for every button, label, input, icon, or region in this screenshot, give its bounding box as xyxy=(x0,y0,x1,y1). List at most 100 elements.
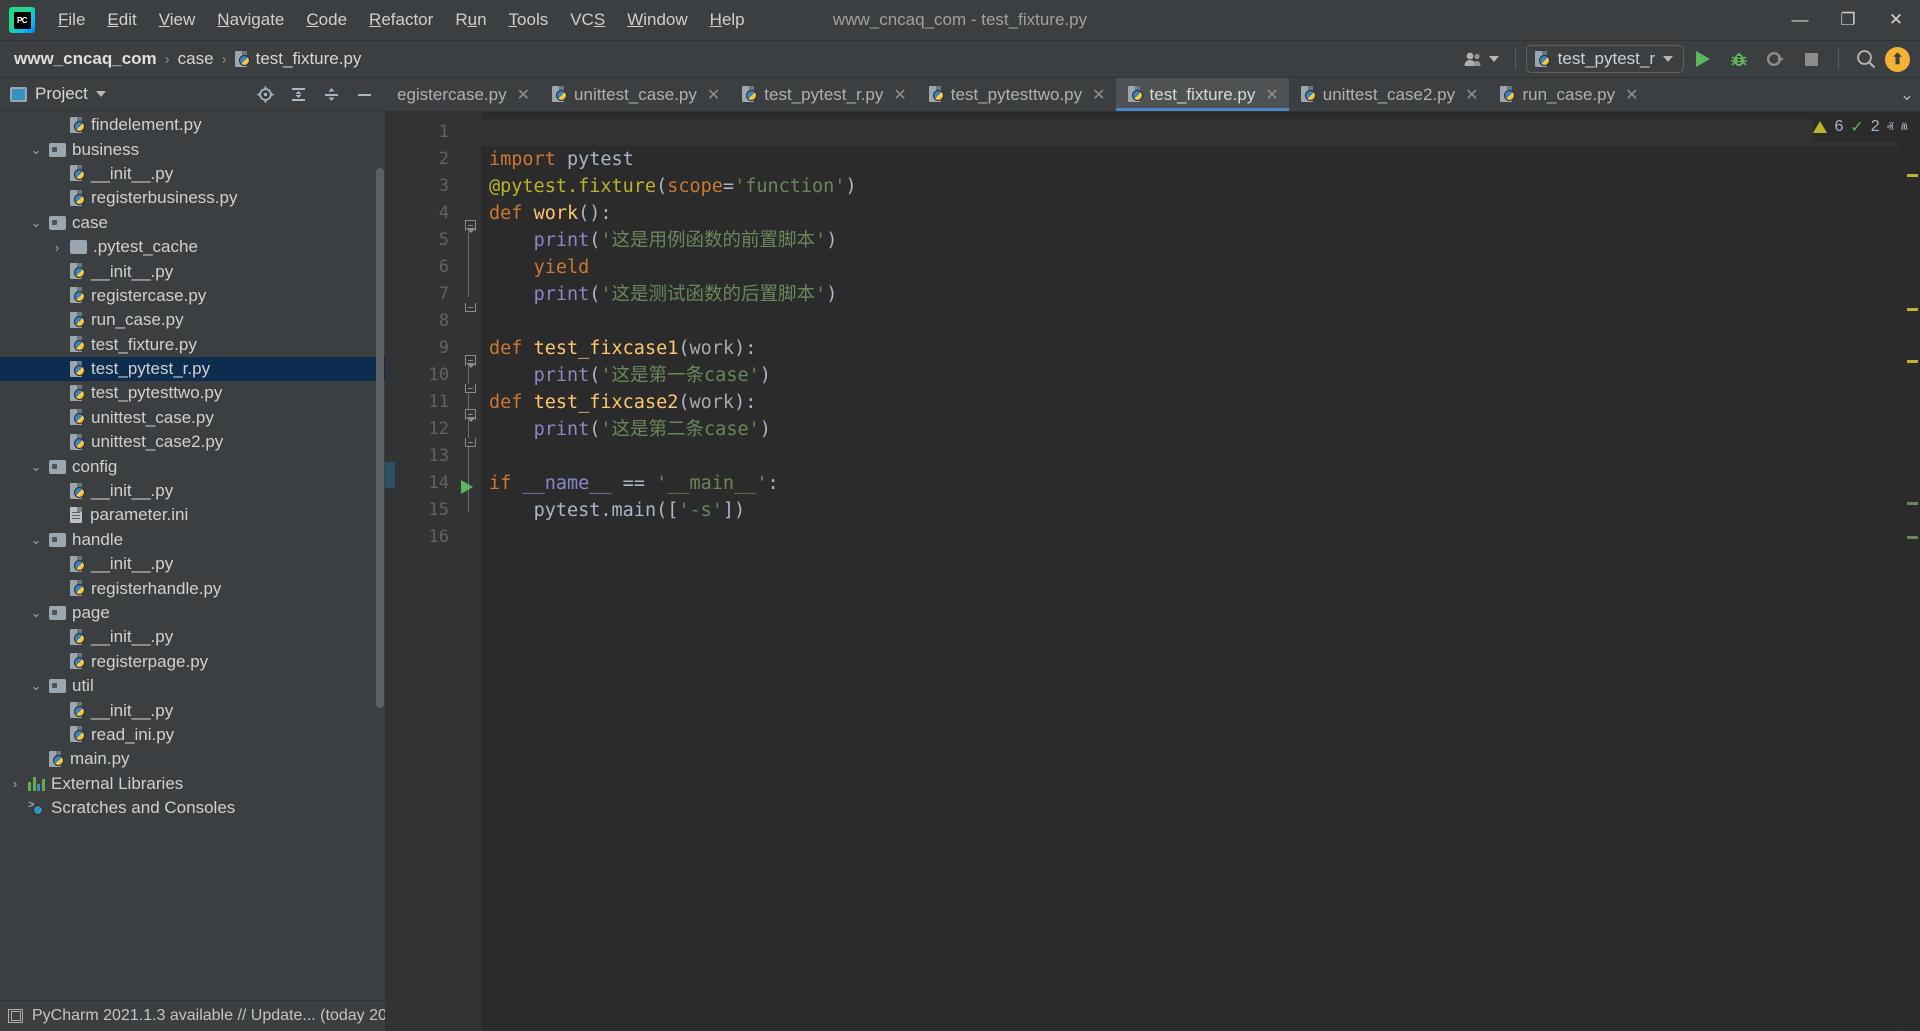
inspection-marker[interactable] xyxy=(1907,502,1918,505)
maximize-button[interactable]: ❐ xyxy=(1824,0,1872,40)
tree-item-init-py[interactable]: __init__.py xyxy=(0,552,385,576)
tree-item-registerpage-py[interactable]: registerpage.py xyxy=(0,650,385,674)
editor-tab-close-icon[interactable]: ✕ xyxy=(1465,85,1478,105)
tree-expand-arrow[interactable]: › xyxy=(8,776,22,791)
tree-item-handle[interactable]: ⌄ handle xyxy=(0,528,385,552)
editor-tab-close-icon[interactable]: ✕ xyxy=(517,85,530,105)
tree-item-test-pytest-r-py[interactable]: test_pytest_r.py xyxy=(0,356,385,382)
code-line-15[interactable]: pytest.main(['-s']) xyxy=(481,497,1898,524)
code-line-4[interactable]: def work(): xyxy=(481,200,1898,227)
tree-item-init-py[interactable]: __init__.py xyxy=(0,162,385,186)
expand-all-icon[interactable] xyxy=(283,81,313,107)
inspection-marker[interactable] xyxy=(1907,308,1918,311)
code-line-3[interactable]: @pytest.fixture(scope='function') xyxy=(481,173,1898,200)
code-line-10[interactable]: print('这是第一条case') xyxy=(481,362,1898,389)
code-line-2[interactable]: import pytest xyxy=(481,146,1898,173)
tree-expand-arrow[interactable]: ⌄ xyxy=(29,605,43,620)
menu-item-navigate[interactable]: Navigate xyxy=(206,7,295,33)
tree-item-business[interactable]: ⌄ business xyxy=(0,137,385,161)
editor-tab-test-fixture-py[interactable]: test_fixture.py ✕ xyxy=(1115,78,1289,111)
editor-tab-close-icon[interactable]: ✕ xyxy=(1265,85,1278,105)
tree-expand-arrow[interactable]: ⌄ xyxy=(29,678,43,693)
tree-item-registerhandle-py[interactable]: registerhandle.py xyxy=(0,576,385,600)
breadcrumb-folder[interactable]: case xyxy=(178,49,214,69)
tree-item-test-pytesttwo-py[interactable]: test_pytesttwo.py xyxy=(0,381,385,405)
tree-item-init-py[interactable]: __init__.py xyxy=(0,698,385,722)
close-button[interactable]: ✕ xyxy=(1872,0,1920,40)
tree-item-unittest-case-py[interactable]: unittest_case.py xyxy=(0,406,385,430)
code-line-6[interactable]: yield xyxy=(481,254,1898,281)
tree-expand-arrow[interactable]: ⌄ xyxy=(29,215,43,230)
tree-item-findelement-py[interactable]: findelement.py xyxy=(0,113,385,137)
tree-item-read-ini-py[interactable]: read_ini.py xyxy=(0,723,385,747)
inspection-marker[interactable] xyxy=(1907,360,1918,363)
stop-button[interactable] xyxy=(1794,44,1828,74)
tree-item-config[interactable]: ⌄ config xyxy=(0,454,385,478)
menu-item-refactor[interactable]: Refactor xyxy=(358,7,444,33)
tree-item-page[interactable]: ⌄ page xyxy=(0,601,385,625)
breadcrumb-project[interactable]: www_cncaq_com xyxy=(14,49,157,69)
minimize-button[interactable]: — xyxy=(1776,0,1824,40)
hide-panel-icon[interactable] xyxy=(349,81,379,107)
code-line-14[interactable]: if __name__ == '__main__': xyxy=(481,470,1898,497)
run-configuration-selector[interactable]: test_pytest_r xyxy=(1525,45,1684,73)
editor[interactable]: 1 2 3 4 5 6 7 8 9 10 11 12 13 14 15 16 import pytest @py… xyxy=(385,112,1920,1031)
tree-item-main-py[interactable]: main.py xyxy=(0,747,385,771)
collapse-all-icon[interactable] xyxy=(316,81,346,107)
tree-item-parameter-ini[interactable]: parameter.ini xyxy=(0,503,385,527)
code-line-8[interactable] xyxy=(481,308,1898,335)
code-line-7[interactable]: print('这是测试函数的后置脚本') xyxy=(481,281,1898,308)
code-line-11[interactable]: def test_fixcase2(work): xyxy=(481,389,1898,416)
menu-item-code[interactable]: Code xyxy=(295,7,358,33)
tree-item-case[interactable]: ⌄ case xyxy=(0,211,385,235)
search-everywhere-icon[interactable] xyxy=(1849,44,1883,74)
breadcrumb-file[interactable]: test_fixture.py xyxy=(234,49,361,69)
tree-item-init-py[interactable]: __init__.py xyxy=(0,259,385,283)
menu-item-tools[interactable]: Tools xyxy=(498,7,560,33)
project-panel-title[interactable]: Project xyxy=(35,84,88,104)
tree-expand-arrow[interactable]: ⌄ xyxy=(29,532,43,547)
fold-end-work[interactable] xyxy=(462,298,478,314)
tree-expand-arrow[interactable]: ⌄ xyxy=(29,459,43,474)
project-tree-scrollbar[interactable] xyxy=(376,168,384,708)
code-line-16[interactable] xyxy=(481,524,1898,551)
menu-item-file[interactable]: File xyxy=(47,7,96,33)
tree-item-scratches-and-consoles[interactable]: >_ Scratches and Consoles xyxy=(0,796,385,820)
fold-end-fixcase1[interactable] xyxy=(462,379,478,395)
tree-item-external-libraries[interactable]: › External Libraries xyxy=(0,772,385,796)
inspection-scrollbar[interactable] xyxy=(1898,112,1920,1031)
locate-target-icon[interactable] xyxy=(250,81,280,107)
editor-tab-unittest-case-py[interactable]: unittest_case.py ✕ xyxy=(540,78,730,111)
editor-tab-close-icon[interactable]: ✕ xyxy=(893,85,906,105)
code-folding-gutter[interactable] xyxy=(459,112,481,1031)
project-tree[interactable]: findelement.py ⌄ business __init__.py regist… xyxy=(0,111,385,1000)
previous-problem-icon[interactable]: ⱏ xyxy=(1887,119,1894,136)
tree-expand-arrow[interactable]: ⌄ xyxy=(29,142,43,157)
editor-tab-close-icon[interactable]: ✕ xyxy=(1625,85,1638,105)
editor-tabs-overflow-icon[interactable]: ⌄ xyxy=(1894,78,1920,111)
menu-item-view[interactable]: View xyxy=(148,7,207,33)
tree-item-util[interactable]: ⌄ util xyxy=(0,674,385,698)
tree-item-test-fixture-py[interactable]: test_fixture.py xyxy=(0,333,385,357)
code-line-1[interactable] xyxy=(481,119,1898,146)
project-view-caret-icon[interactable] xyxy=(95,91,106,97)
editor-tab-close-icon[interactable]: ✕ xyxy=(1092,85,1105,105)
editor-tab-test-pytest-r-py[interactable]: test_pytest_r.py ✕ xyxy=(730,78,916,111)
tree-item-init-py[interactable]: __init__.py xyxy=(0,479,385,503)
tree-item-init-py[interactable]: __init__.py xyxy=(0,625,385,649)
inspection-widget[interactable]: 6 ✓ 2 ⱏ ⱞ xyxy=(1813,112,1920,142)
user-avatar-icon[interactable] xyxy=(1458,44,1505,74)
fold-toggle-work[interactable] xyxy=(462,217,478,233)
menu-item-help[interactable]: Help xyxy=(699,7,756,33)
editor-tab-egistercase-py[interactable]: egistercase.py ✕ xyxy=(385,78,540,111)
run-line-gutter-icon[interactable] xyxy=(461,480,473,494)
tree-item-registercase-py[interactable]: registercase.py xyxy=(0,284,385,308)
fold-end-fixcase2[interactable] xyxy=(462,433,478,449)
code-line-13[interactable] xyxy=(481,443,1898,470)
menu-item-edit[interactable]: Edit xyxy=(96,7,147,33)
menu-item-vcs[interactable]: VCS xyxy=(559,7,616,33)
code-line-5[interactable]: print('这是用例函数的前置脚本') xyxy=(481,227,1898,254)
fold-toggle-fixcase2[interactable] xyxy=(462,406,478,422)
editor-tab-close-icon[interactable]: ✕ xyxy=(707,85,720,105)
run-with-coverage-button[interactable] xyxy=(1758,44,1792,74)
